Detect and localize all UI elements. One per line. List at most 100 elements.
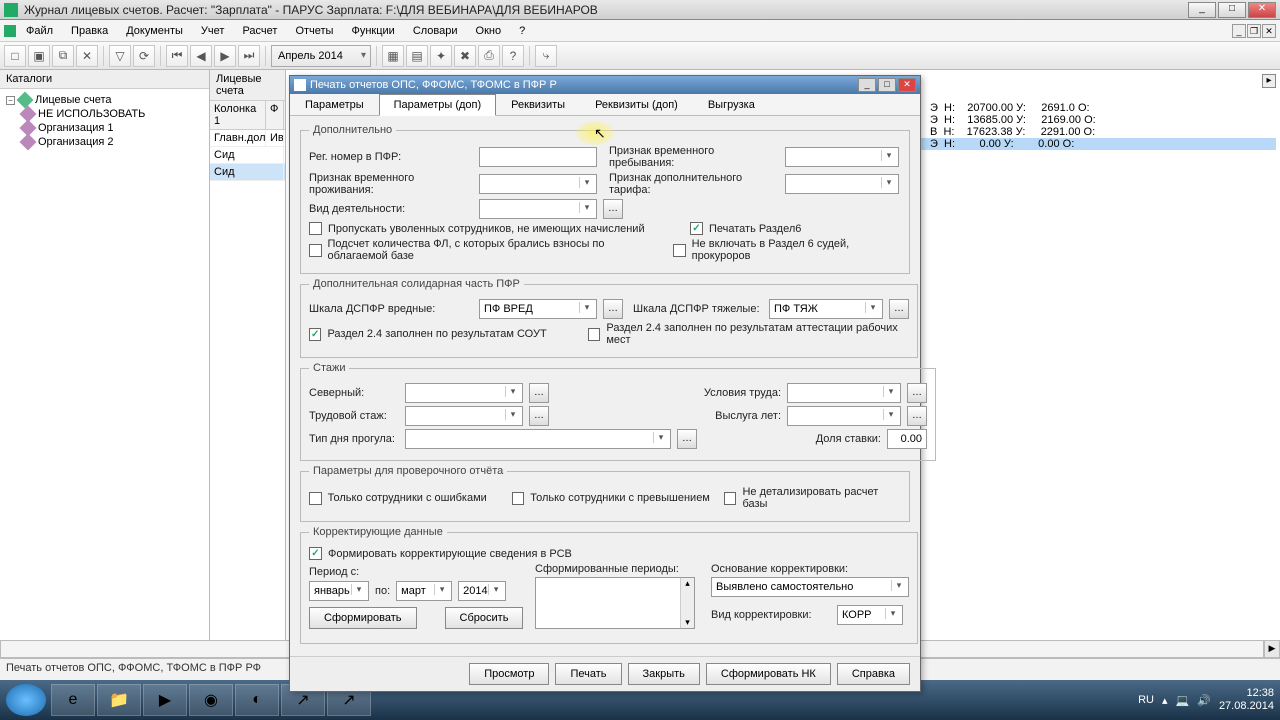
task-media-icon[interactable]: ▶: [143, 684, 187, 716]
dialog-minimize-button[interactable]: _: [858, 78, 876, 92]
task-ie-icon[interactable]: e: [51, 684, 95, 716]
chk-print-r6[interactable]: [690, 222, 703, 235]
input-share[interactable]: 0.00: [887, 429, 927, 449]
menu-calc[interactable]: Расчет: [234, 23, 285, 39]
chk-count-fl[interactable]: [309, 244, 322, 257]
combo-temp-live[interactable]: [479, 174, 597, 194]
north-browse-button[interactable]: …: [529, 383, 549, 403]
child-minimize-button[interactable]: _: [1232, 24, 1246, 38]
combo-activity[interactable]: [479, 199, 597, 219]
tool-help-icon[interactable]: ?: [502, 45, 524, 67]
task-app1-icon[interactable]: ◐: [235, 684, 279, 716]
tree-item-org2[interactable]: Организация 2: [4, 135, 205, 149]
tool-new-icon[interactable]: □: [4, 45, 26, 67]
chk-only-exceed[interactable]: [512, 492, 525, 505]
nav-next-icon[interactable]: ▶: [214, 45, 236, 67]
system-tray[interactable]: RU ▴ 💻 🔊 12:38 27.08.2014: [1138, 687, 1274, 713]
tool-table-icon[interactable]: ▤: [406, 45, 428, 67]
tool-delete-icon[interactable]: ✕: [76, 45, 98, 67]
dspfr-heavy-browse-button[interactable]: …: [889, 299, 909, 319]
chk-no-detail[interactable]: [724, 492, 737, 505]
task-chrome-icon[interactable]: ◉: [189, 684, 233, 716]
menu-functions[interactable]: Функции: [343, 23, 402, 39]
table-row[interactable]: Главн.дол:Ив.: [210, 130, 285, 147]
combo-north[interactable]: [405, 383, 523, 403]
lang-indicator[interactable]: RU: [1138, 694, 1154, 706]
nav-first-icon[interactable]: ⏮: [166, 45, 188, 67]
tab-details[interactable]: Реквизиты: [496, 94, 580, 115]
input-reg-pfr[interactable]: [479, 147, 597, 167]
minimize-button[interactable]: _: [1188, 2, 1216, 18]
dialog-maximize-button[interactable]: □: [878, 78, 896, 92]
tool-copy-icon[interactable]: ⧉: [52, 45, 74, 67]
chk-only-err[interactable]: [309, 492, 322, 505]
vysluga-browse-button[interactable]: …: [907, 406, 927, 426]
tree-item-org1[interactable]: Организация 1: [4, 121, 205, 135]
combo-month-to[interactable]: март: [396, 581, 452, 601]
tree-item-nouse[interactable]: НЕ ИСПОЛЬЗОВАТЬ: [4, 107, 205, 121]
form-nk-button[interactable]: Сформировать НК: [706, 663, 831, 685]
combo-corr-type[interactable]: КОРР: [837, 605, 903, 625]
menu-edit[interactable]: Правка: [63, 23, 116, 39]
chk-24-attest[interactable]: [588, 328, 600, 341]
reset-button[interactable]: Сбросить: [445, 607, 524, 629]
menu-accounting[interactable]: Учет: [193, 23, 233, 39]
close-dialog-button[interactable]: Закрыть: [628, 663, 700, 685]
combo-basis[interactable]: Выявлено самостоятельно: [711, 577, 909, 597]
collapse-icon[interactable]: −: [6, 96, 15, 105]
tool-exit-icon[interactable]: ⤷: [535, 45, 557, 67]
menu-reports[interactable]: Отчеты: [287, 23, 341, 39]
close-button[interactable]: ✕: [1248, 2, 1276, 18]
task-explorer-icon[interactable]: 📁: [97, 684, 141, 716]
tool-config-icon[interactable]: ✖: [454, 45, 476, 67]
nav-last-icon[interactable]: ⏭: [238, 45, 260, 67]
period-selector[interactable]: Апрель 2014: [271, 45, 371, 67]
tray-volume-icon[interactable]: 🔊: [1197, 694, 1211, 707]
dialog-close-button[interactable]: ✕: [898, 78, 916, 92]
tool-filter-icon[interactable]: ▽: [109, 45, 131, 67]
tool-open-icon[interactable]: ▣: [28, 45, 50, 67]
start-button[interactable]: [6, 684, 46, 716]
activity-browse-button[interactable]: …: [603, 199, 623, 219]
chk-skip-fired[interactable]: [309, 222, 322, 235]
preview-button[interactable]: Просмотр: [469, 663, 549, 685]
child-restore-button[interactable]: ❐: [1247, 24, 1261, 38]
dspfr-harm-browse-button[interactable]: …: [603, 299, 623, 319]
trud-browse-button[interactable]: …: [529, 406, 549, 426]
chk-24-sout[interactable]: [309, 328, 321, 341]
combo-skip-type[interactable]: [405, 429, 671, 449]
skip-type-browse-button[interactable]: …: [677, 429, 697, 449]
menu-file[interactable]: Файл: [18, 23, 61, 39]
combo-vysluga[interactable]: [787, 406, 901, 426]
tab-details-extra[interactable]: Реквизиты (доп): [580, 94, 693, 115]
menu-dictionaries[interactable]: Словари: [405, 23, 466, 39]
scroll-right-icon[interactable]: ▶: [1264, 640, 1280, 658]
nav-prev-icon[interactable]: ◀: [190, 45, 212, 67]
table-row[interactable]: Сид: [210, 147, 285, 164]
dialog-titlebar[interactable]: Печать отчетов ОПС, ФФОМС, ТФОМС в ПФР Р…: [290, 76, 920, 94]
clock[interactable]: 12:38 27.08.2014: [1219, 687, 1274, 713]
col-header-1[interactable]: Колонка 1: [210, 101, 266, 129]
tool-calc-icon[interactable]: ▦: [382, 45, 404, 67]
maximize-button[interactable]: □: [1218, 2, 1246, 18]
table-row[interactable]: Сид: [210, 164, 285, 181]
tray-flag-icon[interactable]: ▴: [1162, 694, 1168, 707]
combo-temp-stay[interactable]: [785, 147, 899, 167]
combo-year[interactable]: 2014: [458, 581, 506, 601]
work-cond-browse-button[interactable]: …: [907, 383, 927, 403]
tool-print-icon[interactable]: ⎙: [478, 45, 500, 67]
chk-exclude-judges[interactable]: [673, 244, 686, 257]
tab-export[interactable]: Выгрузка: [693, 94, 770, 115]
tab-params-extra[interactable]: Параметры (доп): [379, 94, 497, 116]
combo-trud[interactable]: [405, 406, 523, 426]
menu-window[interactable]: Окно: [468, 23, 510, 39]
combo-work-cond[interactable]: [787, 383, 901, 403]
tool-clean-icon[interactable]: ✦: [430, 45, 452, 67]
combo-extra-tariff[interactable]: [785, 174, 899, 194]
tool-refresh-icon[interactable]: ⟳: [133, 45, 155, 67]
menu-help[interactable]: ?: [511, 23, 533, 39]
chk-form-rsv[interactable]: [309, 547, 322, 560]
tree-root[interactable]: − Лицевые счета: [4, 93, 205, 107]
help-button[interactable]: Справка: [837, 663, 910, 685]
tray-network-icon[interactable]: 💻: [1176, 694, 1190, 707]
